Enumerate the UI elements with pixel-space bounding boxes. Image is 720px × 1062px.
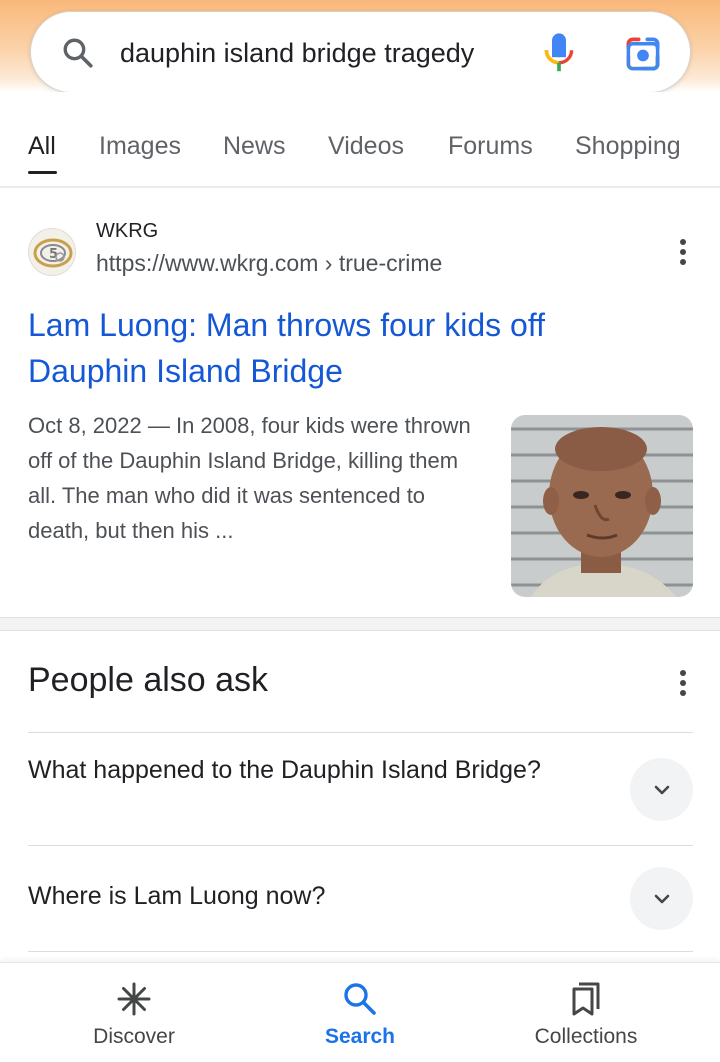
- nav-collections[interactable]: Collections: [486, 963, 686, 1062]
- site-url[interactable]: https://www.wkrg.com › true-crime: [96, 250, 442, 277]
- nav-label: Search: [324, 1025, 396, 1048]
- tab-all[interactable]: All: [28, 132, 56, 161]
- chevron-down-icon: [654, 785, 669, 794]
- divider: [28, 951, 693, 952]
- search-input[interactable]: dauphin island bridge tragedy: [120, 34, 520, 72]
- expand-button[interactable]: [630, 867, 693, 930]
- nav-label: Discover: [93, 1025, 175, 1048]
- chevron-down-icon: [654, 894, 669, 903]
- site-favicon: 5: [28, 228, 76, 276]
- active-tab-indicator: [28, 171, 57, 174]
- paa-question[interactable]: Where is Lam Luong now?: [28, 879, 588, 914]
- more-options-icon[interactable]: [668, 234, 698, 270]
- mugshot-image: [511, 415, 693, 597]
- search-icon: [63, 38, 93, 68]
- search-result: 5 WKRG https://www.wkrg.com › true-crime…: [0, 188, 720, 618]
- search-icon: [344, 983, 376, 1015]
- result-thumbnail[interactable]: [511, 415, 693, 597]
- divider: [28, 732, 693, 733]
- divider: [28, 845, 693, 846]
- section-divider: [0, 617, 720, 631]
- tab-videos[interactable]: Videos: [328, 132, 404, 161]
- paa-question[interactable]: What happened to the Dauphin Island Brid…: [28, 753, 588, 788]
- people-also-ask: People also ask What happened to the Dau…: [0, 631, 720, 971]
- microphone-icon[interactable]: [542, 32, 576, 74]
- tab-shopping[interactable]: Shopping: [575, 132, 681, 161]
- tab-images[interactable]: Images: [99, 132, 181, 161]
- google-lens-icon[interactable]: [624, 36, 662, 72]
- nav-search[interactable]: Search: [260, 963, 460, 1062]
- site-name: WKRG: [96, 220, 159, 242]
- paa-heading: People also ask: [28, 661, 269, 699]
- result-snippet: Oct 8, 2022 — In 2008, four kids were th…: [28, 413, 471, 543]
- more-options-icon[interactable]: [668, 665, 698, 701]
- nav-label: Collections: [534, 1025, 638, 1048]
- tab-news[interactable]: News: [223, 132, 286, 161]
- search-tabs: All Images News Videos Forums Shopping: [0, 92, 720, 188]
- search-bar[interactable]: dauphin island bridge tragedy: [30, 11, 691, 93]
- bottom-navigation: Discover Search Collections: [0, 962, 720, 1062]
- asterisk-icon: [117, 982, 151, 1016]
- result-title-link[interactable]: Lam Luong: Man throws four kids off Daup…: [28, 302, 668, 394]
- expand-button[interactable]: [630, 758, 693, 821]
- nav-discover[interactable]: Discover: [34, 963, 234, 1062]
- header-area: dauphin island bridge tragedy: [0, 0, 720, 93]
- tab-forums[interactable]: Forums: [448, 132, 533, 161]
- bookmarks-icon: [572, 982, 600, 1016]
- wkrg-logo-icon: 5: [33, 238, 73, 268]
